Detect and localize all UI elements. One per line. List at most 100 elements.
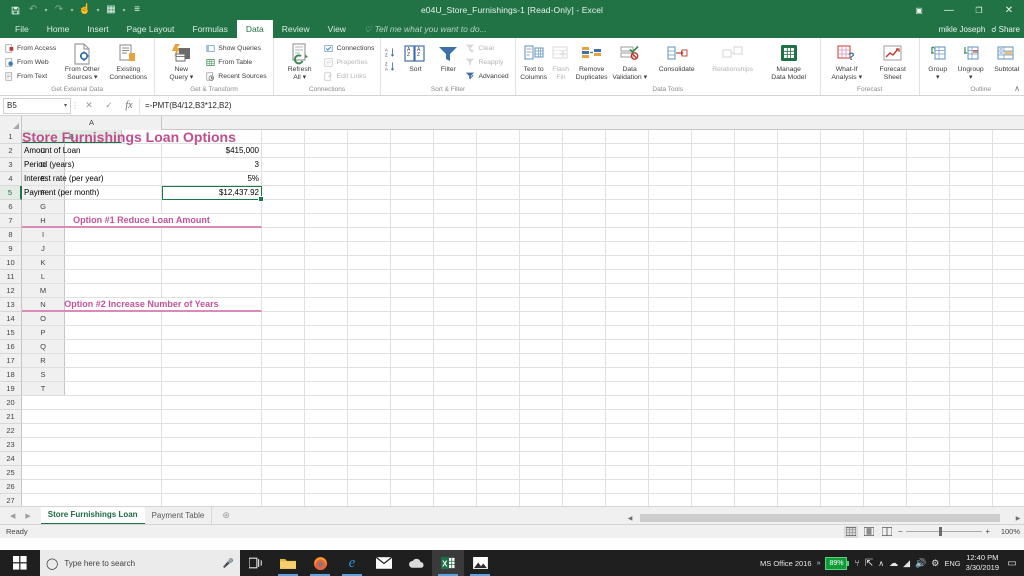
cell-E23[interactable] xyxy=(348,438,391,452)
cell-N22[interactable] xyxy=(735,424,778,438)
cell-G19[interactable] xyxy=(434,382,477,396)
cell-C24[interactable] xyxy=(262,452,305,466)
cell-R14[interactable] xyxy=(907,312,950,326)
cell-P1[interactable] xyxy=(821,130,864,144)
cell-B9[interactable] xyxy=(162,242,262,256)
from-web-button[interactable]: From Web xyxy=(3,55,59,69)
scroll-right-icon[interactable]: ▶ xyxy=(1012,514,1024,522)
recent-sources-button[interactable]: Recent Sources xyxy=(204,69,269,83)
cell-I7[interactable] xyxy=(520,214,563,228)
cell-N4[interactable] xyxy=(735,172,778,186)
system-tray[interactable]: MS Office 2016 » 89% ⑂ ⇱ ∧ ☁ ◢ 🔊 ⚙ ENG 1… xyxy=(760,553,1024,573)
next-sheet-icon[interactable]: ▶ xyxy=(25,512,30,520)
cell-O9[interactable] xyxy=(778,242,821,256)
row-header-16[interactable]: 16 xyxy=(0,340,22,354)
row-header-1[interactable]: 1 xyxy=(0,130,22,144)
row-header-26[interactable]: 26 xyxy=(0,480,22,494)
cell-H1[interactable] xyxy=(477,130,520,144)
row-header-20[interactable]: 20 xyxy=(0,396,22,410)
row-header-14[interactable]: 14 xyxy=(0,312,22,326)
cell-B3[interactable]: 3 xyxy=(162,158,262,172)
table-row[interactable]: Option #1 Reduce Loan Amount xyxy=(22,214,1024,228)
cell-A20[interactable] xyxy=(22,396,162,410)
cell-Q26[interactable] xyxy=(864,480,907,494)
row-header-25[interactable]: 25 xyxy=(0,466,22,480)
table-row[interactable]: Interest rate (per year) 5% xyxy=(22,172,1024,186)
cell-E9[interactable] xyxy=(348,242,391,256)
remove-duplicates-button[interactable]: Remove Duplicates xyxy=(573,40,611,82)
cell-R23[interactable] xyxy=(907,438,950,452)
cell-E12[interactable] xyxy=(348,284,391,298)
row-header-15[interactable]: 15 xyxy=(0,326,22,340)
cell-A4[interactable]: Interest rate (per year) xyxy=(22,172,162,186)
cell-K18[interactable] xyxy=(606,368,649,382)
cell-S20[interactable] xyxy=(950,396,993,410)
cell-R25[interactable] xyxy=(907,466,950,480)
cell-D11[interactable] xyxy=(305,270,348,284)
cell-T15[interactable] xyxy=(993,326,1024,340)
cell-Q15[interactable] xyxy=(864,326,907,340)
cell-C5[interactable] xyxy=(262,186,305,200)
cell-K1[interactable] xyxy=(606,130,649,144)
cell-O10[interactable] xyxy=(778,256,821,270)
cell-L6[interactable] xyxy=(649,200,692,214)
cell-S9[interactable] xyxy=(950,242,993,256)
cell-T22[interactable] xyxy=(993,424,1024,438)
cell-N6[interactable] xyxy=(735,200,778,214)
cell-R10[interactable] xyxy=(907,256,950,270)
table-row[interactable] xyxy=(22,228,1024,242)
cell-R6[interactable] xyxy=(907,200,950,214)
zoom-thumb[interactable] xyxy=(939,527,943,536)
cell-M26[interactable] xyxy=(692,480,735,494)
onedrive-icon[interactable] xyxy=(400,550,432,576)
cell-D1[interactable] xyxy=(305,130,348,144)
cell-R19[interactable] xyxy=(907,382,950,396)
cell-B16[interactable] xyxy=(162,340,262,354)
cell-N16[interactable] xyxy=(735,340,778,354)
name-box-dropdown-icon[interactable]: ▾ xyxy=(64,102,67,109)
cell-B27[interactable] xyxy=(162,494,262,506)
cell-L24[interactable] xyxy=(649,452,692,466)
cell-F21[interactable] xyxy=(391,410,434,424)
cell-P9[interactable] xyxy=(821,242,864,256)
cell-F17[interactable] xyxy=(391,354,434,368)
refresh-all-button[interactable]: Refresh All ▾ xyxy=(277,40,323,82)
cell-S14[interactable] xyxy=(950,312,993,326)
cell-I25[interactable] xyxy=(520,466,563,480)
cell-C6[interactable] xyxy=(262,200,305,214)
table-row[interactable] xyxy=(22,284,1024,298)
cell-G1[interactable] xyxy=(434,130,477,144)
cell-P13[interactable] xyxy=(821,298,864,312)
cell-A13[interactable]: Option #2 Increase Number of Years xyxy=(22,298,262,312)
cell-Q18[interactable] xyxy=(864,368,907,382)
cell-J8[interactable] xyxy=(563,228,606,242)
cell-D12[interactable] xyxy=(305,284,348,298)
cell-E5[interactable] xyxy=(348,186,391,200)
cell-P19[interactable] xyxy=(821,382,864,396)
cell-N7[interactable] xyxy=(735,214,778,228)
office-tray-label[interactable]: MS Office 2016 xyxy=(760,559,812,568)
cell-B18[interactable] xyxy=(162,368,262,382)
cell-C22[interactable] xyxy=(262,424,305,438)
cell-T18[interactable] xyxy=(993,368,1024,382)
from-text-button[interactable]: From Text xyxy=(3,69,59,83)
cell-C14[interactable] xyxy=(262,312,305,326)
cell-G4[interactable] xyxy=(434,172,477,186)
cell-E20[interactable] xyxy=(348,396,391,410)
cell-S12[interactable] xyxy=(950,284,993,298)
cell-M11[interactable] xyxy=(692,270,735,284)
cell-R12[interactable] xyxy=(907,284,950,298)
cell-L26[interactable] xyxy=(649,480,692,494)
row-header-2[interactable]: 2 xyxy=(0,144,22,158)
cell-A8[interactable] xyxy=(22,228,162,242)
cell-L3[interactable] xyxy=(649,158,692,172)
cell-Q22[interactable] xyxy=(864,424,907,438)
minimize-button[interactable]: — xyxy=(934,0,964,20)
cell-K23[interactable] xyxy=(606,438,649,452)
cell-H13[interactable] xyxy=(477,298,520,312)
cell-K26[interactable] xyxy=(606,480,649,494)
row-header-10[interactable]: 10 xyxy=(0,256,22,270)
cell-R24[interactable] xyxy=(907,452,950,466)
cell-Q27[interactable] xyxy=(864,494,907,506)
cell-R11[interactable] xyxy=(907,270,950,284)
